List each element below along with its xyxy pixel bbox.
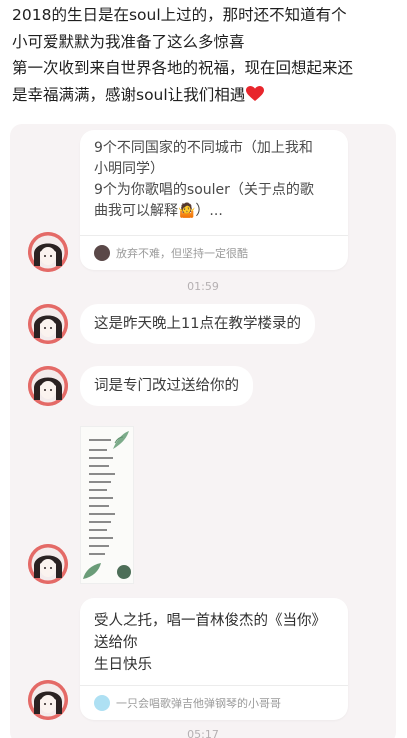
girl-avatar-icon	[28, 680, 68, 720]
card1-line-1: 9个不同国家的不同城市（加上我和	[94, 140, 313, 156]
leaf-decoration-icon	[83, 563, 101, 579]
card1-line-2: 小明同学）	[94, 161, 164, 177]
leaf-decoration-icon	[113, 431, 129, 449]
card1-line-3: 9个为你歌唱的souler（关于点的歌	[94, 182, 314, 198]
music-card-2[interactable]: 受人之托，唱一首林俊杰的《当你》 送给你 生日快乐 一只会唱歌弹吉他弹钢琴的小哥…	[80, 598, 348, 720]
message-bubble-1[interactable]: 这是昨天晚上11点在教学楼录的	[80, 304, 315, 344]
music-card-2-footer: 一只会唱歌弹吉他弹钢琴的小哥哥	[80, 685, 348, 720]
avatar[interactable]	[28, 366, 68, 406]
timestamp-1: 01:59	[187, 280, 219, 293]
sender-avatar-small	[94, 245, 110, 261]
music-card-1-footer: 放弃不难，但坚持一定很酷	[80, 235, 348, 270]
music-card-1-text: 9个不同国家的不同城市（加上我和 小明同学） 9个为你歌唱的souler（关于点…	[80, 130, 348, 222]
girl-avatar-icon	[28, 304, 68, 344]
avatar[interactable]	[28, 680, 68, 720]
post-line-4: 是幸福满满，感谢soul让我们相遇	[12, 82, 402, 109]
girl-avatar-icon	[28, 232, 68, 272]
timestamp-2: 05:17	[187, 728, 219, 738]
post-line-4-text: 是幸福满满，感谢soul让我们相遇	[12, 85, 246, 104]
card2-line-2: 送给你	[94, 635, 138, 651]
avatar[interactable]	[28, 232, 68, 272]
card1-line-4: 曲我可以解释🤷）...	[94, 203, 223, 219]
heart-icon	[246, 85, 265, 101]
post-page: 2018的生日是在soul上过的，那时还不知道有个 小可爱默默为我准备了这么多惊…	[0, 0, 407, 738]
message-bubble-2[interactable]: 词是专门改过送给你的	[80, 366, 253, 406]
girl-avatar-icon	[28, 544, 68, 584]
card2-line-3: 生日快乐	[94, 657, 152, 673]
music-card-2-text: 受人之托，唱一首林俊杰的《当你》 送给你 生日快乐	[80, 598, 348, 676]
avatar[interactable]	[28, 544, 68, 584]
post-body: 2018的生日是在soul上过的，那时还不知道有个 小可爱默默为我准备了这么多惊…	[12, 2, 402, 108]
post-line-1: 2018的生日是在soul上过的，那时还不知道有个	[12, 6, 347, 24]
sender-signature: 放弃不难，但坚持一定很酷	[116, 247, 248, 260]
sender-signature: 一只会唱歌弹吉他弹钢琴的小哥哥	[116, 697, 281, 710]
avatar[interactable]	[28, 304, 68, 344]
girl-avatar-icon	[28, 366, 68, 406]
post-line-2: 小可爱默默为我准备了这么多惊喜	[12, 32, 245, 51]
lyrics-photo[interactable]	[80, 426, 134, 584]
card2-line-1: 受人之托，唱一首林俊杰的《当你》	[94, 613, 326, 629]
chat-screenshot: 9个不同国家的不同城市（加上我和 小明同学） 9个为你歌唱的souler（关于点…	[10, 124, 396, 738]
music-card-1[interactable]: 9个不同国家的不同城市（加上我和 小明同学） 9个为你歌唱的souler（关于点…	[80, 130, 348, 270]
leaf-decoration-icon	[117, 565, 131, 579]
sender-avatar-small	[94, 695, 110, 711]
post-line-3: 第一次收到来自世界各地的祝福，现在回想起来还	[12, 59, 354, 77]
